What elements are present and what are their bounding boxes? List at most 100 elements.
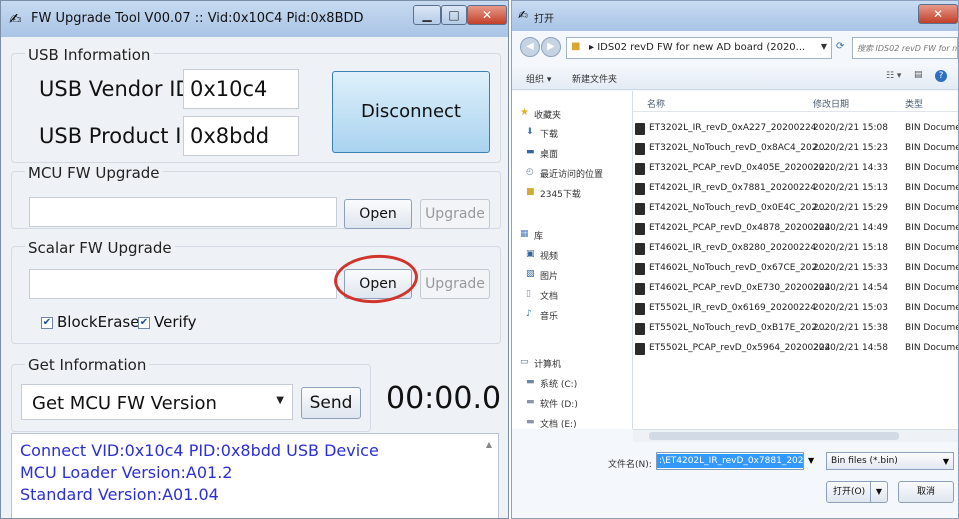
file-row[interactable]: ET4202L_PCAP_revD_0x4878_20200224 2020/2/… bbox=[633, 221, 958, 238]
file-date: 2020/2/21 14:58 bbox=[813, 343, 888, 353]
column-type[interactable]: 类型 bbox=[905, 97, 923, 110]
file-row[interactable]: ET4202L_IR_revD_0x7881_20200224 2020/2/21… bbox=[633, 181, 958, 198]
search-input[interactable]: 搜索 IDS02 revD FW for ne... bbox=[852, 37, 958, 59]
column-date[interactable]: 修改日期 bbox=[813, 97, 849, 110]
file-type: BIN Documen bbox=[905, 223, 958, 233]
dialog-open-button[interactable]: 打开(O) ▼ bbox=[826, 481, 888, 503]
drive-icon: ▬ bbox=[526, 417, 535, 427]
nav-item-drive-d[interactable]: 软件 (D:) bbox=[540, 397, 578, 410]
nav-item-videos[interactable]: 视频 bbox=[540, 249, 558, 262]
nav-item-drive-c[interactable]: 系统 (C:) bbox=[540, 377, 577, 390]
chevron-down-icon[interactable]: ▼ bbox=[821, 42, 827, 51]
file-name: ET4602L_NoTouch_revD_0x67CE_202... bbox=[649, 263, 826, 273]
nav-item-desktop[interactable]: 桌面 bbox=[540, 147, 558, 160]
mcu-open-button[interactable]: Open bbox=[344, 199, 412, 229]
dialog-close-button[interactable]: ✕ bbox=[918, 4, 958, 24]
horizontal-scrollbar[interactable] bbox=[633, 429, 958, 442]
scalar-upgrade-button[interactable]: Upgrade bbox=[420, 269, 490, 299]
music-icon: ♪ bbox=[526, 309, 532, 319]
scrollbar-thumb[interactable] bbox=[649, 432, 899, 440]
nav-item-music[interactable]: 音乐 bbox=[540, 309, 558, 322]
preview-pane-icon[interactable]: ▤ bbox=[914, 70, 923, 80]
nav-favorites[interactable]: 收藏夹 bbox=[534, 108, 561, 121]
left-titlebar: ✍ FW Upgrade Tool V00.07 :: Vid:0x10C4 P… bbox=[1, 1, 508, 37]
download-icon: ⬇ bbox=[526, 127, 534, 137]
dialog-toolbar: 组织 ▾ 新建文件夹 ☷ ▾ ▤ ? bbox=[512, 65, 958, 90]
file-row[interactable]: ET3202L_PCAP_revD_0x405E_2020022... 2020/… bbox=[633, 161, 958, 178]
file-type-select[interactable]: Bin files (*.bin) ▼ bbox=[826, 452, 954, 470]
file-icon bbox=[635, 143, 645, 155]
chevron-down-icon[interactable]: ▼ bbox=[943, 457, 949, 466]
file-row[interactable]: ET5502L_PCAP_revD_0x5964_20200224 2020/2/… bbox=[633, 341, 958, 358]
vendor-id-value: 0x10c4 bbox=[190, 77, 268, 101]
file-list-header: 名称 修改日期 类型 bbox=[633, 91, 958, 112]
nav-item-documents[interactable]: 文档 bbox=[540, 289, 558, 302]
computer-icon: ▭ bbox=[520, 357, 529, 367]
column-name[interactable]: 名称 bbox=[647, 97, 665, 110]
file-name: ET3202L_NoTouch_revD_0x8AC4_202... bbox=[649, 143, 827, 153]
file-row[interactable]: ET4202L_NoTouch_revD_0x0E4C_202... 2020/2… bbox=[633, 201, 958, 218]
usb-info-title: USB Information bbox=[25, 46, 154, 64]
forward-arrow-icon[interactable]: ▶ bbox=[541, 37, 561, 57]
chevron-down-icon[interactable]: ▼ bbox=[808, 456, 814, 465]
blockerase-checkbox[interactable]: ✔ bbox=[41, 317, 53, 329]
log-line: Standard Version:A01.04 bbox=[20, 485, 219, 504]
file-row[interactable]: ET5502L_NoTouch_revD_0xB17E_202... 2020/2… bbox=[633, 321, 958, 338]
info-command-select[interactable]: Get MCU FW Version ▼ bbox=[21, 384, 293, 420]
nav-libraries[interactable]: 库 bbox=[534, 229, 543, 242]
file-row[interactable]: ET4602L_PCAP_revD_0xE730_20200224 2020/2/… bbox=[633, 281, 958, 298]
drive-icon: ▬ bbox=[526, 377, 535, 387]
back-arrow-icon[interactable]: ◀ bbox=[520, 37, 540, 57]
address-bar[interactable]: ■ ▸ IDS02 revD FW for new AD board (2020… bbox=[566, 37, 832, 59]
file-row[interactable]: ET3202L_NoTouch_revD_0x8AC4_202... 2020/2… bbox=[633, 141, 958, 158]
info-command-value: Get MCU FW Version bbox=[32, 393, 217, 414]
refresh-icon[interactable]: ⟳ bbox=[836, 41, 844, 52]
nav-item-recent[interactable]: 最近访问的位置 bbox=[540, 167, 603, 180]
chevron-down-icon[interactable]: ▼ bbox=[870, 482, 887, 502]
nav-item-drive-e[interactable]: 文档 (E:) bbox=[540, 417, 577, 429]
scalar-fw-path-input[interactable] bbox=[29, 269, 337, 299]
disconnect-device-button[interactable]: Disconnect Device bbox=[332, 71, 490, 202]
file-date: 2020/2/21 15:18 bbox=[813, 243, 888, 253]
dialog-cancel-button[interactable]: 取消 bbox=[898, 481, 954, 503]
product-id-field[interactable]: 0x8bdd bbox=[183, 116, 299, 156]
filename-label: 文件名(N): bbox=[608, 460, 652, 470]
filename-input[interactable]: :\ET4202L_IR_revD_0x7881_20200224 bbox=[656, 452, 804, 470]
recent-places-icon: ◴ bbox=[526, 167, 534, 177]
nav-item-pictures[interactable]: 图片 bbox=[540, 269, 558, 282]
nav-item-downloads[interactable]: 下载 bbox=[540, 127, 558, 140]
dialog-open-label: 打开(O) bbox=[833, 487, 866, 497]
view-options-icon[interactable]: ☷ ▾ bbox=[886, 71, 901, 81]
log-area[interactable]: Connect VID:0x10c4 PID:0x8bdd USB Device… bbox=[11, 433, 499, 518]
new-folder-button[interactable]: 新建文件夹 bbox=[572, 72, 617, 85]
nav-computer[interactable]: 计算机 bbox=[534, 357, 561, 370]
file-date: 2020/2/21 15:03 bbox=[813, 303, 888, 313]
nav-item-2345[interactable]: 2345下载 bbox=[540, 187, 581, 200]
file-row[interactable]: ET3202L_IR_revD_0xA227_20200224 2020/2/21… bbox=[633, 121, 958, 138]
file-icon bbox=[635, 163, 645, 175]
verify-checkbox[interactable]: ✔ bbox=[138, 317, 150, 329]
scroll-up-icon[interactable]: ▲ bbox=[486, 440, 492, 449]
file-row[interactable]: ET4602L_IR_revD_0x8280_20200224 2020/2/21… bbox=[633, 241, 958, 258]
mcu-fw-title: MCU FW Upgrade bbox=[25, 164, 163, 182]
product-id-value: 0x8bdd bbox=[190, 124, 270, 148]
folder-icon: ■ bbox=[526, 187, 535, 197]
log-line: MCU Loader Version:A01.2 bbox=[20, 463, 233, 482]
file-row[interactable]: ET4602L_NoTouch_revD_0x67CE_202... 2020/2… bbox=[633, 261, 958, 278]
close-button[interactable]: ✕ bbox=[467, 5, 507, 25]
file-row[interactable]: ET5502L_IR_revD_0x6169_20200224 2020/2/21… bbox=[633, 301, 958, 318]
log-line: Connect VID:0x10c4 PID:0x8bdd USB Device bbox=[20, 441, 379, 460]
minimize-button[interactable]: ▁ bbox=[413, 5, 441, 25]
file-type: BIN Documen bbox=[905, 343, 958, 353]
help-icon[interactable]: ? bbox=[935, 70, 947, 82]
mcu-upgrade-button[interactable]: Upgrade bbox=[420, 199, 490, 229]
pictures-icon: ▧ bbox=[526, 269, 535, 279]
maximize-button[interactable]: □ bbox=[441, 5, 467, 25]
chevron-down-icon[interactable]: ▼ bbox=[276, 395, 284, 406]
file-type: BIN Documen bbox=[905, 303, 958, 313]
send-button[interactable]: Send bbox=[301, 387, 361, 419]
mcu-fw-path-input[interactable] bbox=[29, 197, 337, 227]
vendor-id-field[interactable]: 0x10c4 bbox=[183, 69, 299, 109]
file-date: 2020/2/21 15:08 bbox=[813, 123, 888, 133]
organize-menu[interactable]: 组织 ▾ bbox=[526, 72, 551, 85]
